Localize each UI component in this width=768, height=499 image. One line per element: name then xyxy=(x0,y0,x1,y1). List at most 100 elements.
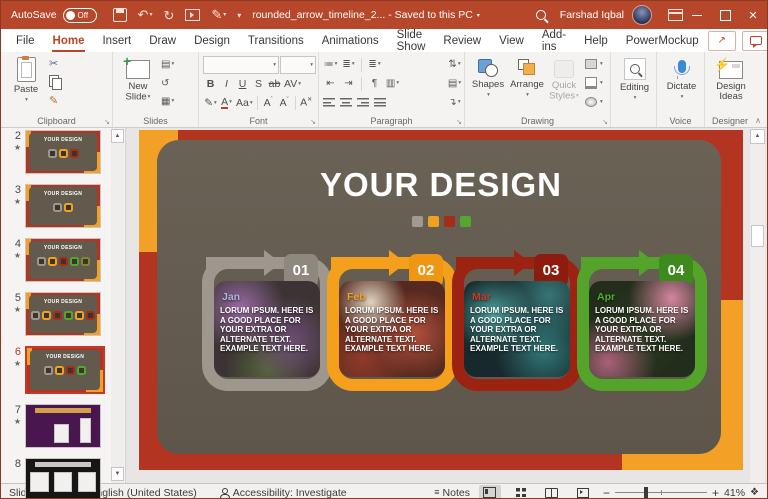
line-spacing-button[interactable]: ⇅▾ xyxy=(447,59,462,70)
slide-sorter-view-button[interactable] xyxy=(510,485,532,498)
bullets-button[interactable]: ≔▾ xyxy=(323,59,338,70)
shape-effects-button[interactable]: ▾ xyxy=(585,97,603,107)
reset-slide-button[interactable]: ↺ xyxy=(161,78,174,89)
editing-button[interactable]: Editing ▾ xyxy=(615,55,654,104)
italic-button[interactable]: I xyxy=(219,78,234,90)
font-size-select[interactable]: ▾ xyxy=(280,55,316,74)
increase-indent-button[interactable]: ⇥ xyxy=(341,78,356,89)
comments-button[interactable] xyxy=(741,30,767,51)
tab-view[interactable]: View xyxy=(490,29,533,52)
animation-star-icon[interactable]: ★ xyxy=(1,197,21,207)
tab-review[interactable]: Review xyxy=(434,29,490,52)
document-title[interactable]: rounded_arrow_timeline_2... - Saved to t… xyxy=(226,9,506,21)
user-name[interactable]: Farshad Iqbal xyxy=(560,9,624,21)
highlight-color-button[interactable]: ✎▾ xyxy=(203,97,218,109)
slide-title[interactable]: YOUR DESIGN xyxy=(139,166,743,204)
vertical-scrollbar[interactable]: ▲ xyxy=(750,128,765,483)
timeline-item-mar[interactable]: 03 Mar LORUM IPSUM. HERE IS A GOOD PLACE F… xyxy=(452,250,582,391)
shape-fill-button[interactable]: ▾ xyxy=(585,59,603,69)
cut-button[interactable]: ✂ xyxy=(49,58,59,70)
tab-slide-show[interactable]: Slide Show xyxy=(388,29,435,53)
slide-canvas[interactable]: YOUR DESIGN 01 Jan LORUM IPSUM. HERE IS A … xyxy=(139,130,743,470)
shadow-button[interactable]: S xyxy=(251,78,266,90)
zoom-level[interactable]: 41% xyxy=(724,487,745,499)
slideshow-view-button[interactable] xyxy=(572,485,594,498)
shrink-font-button[interactable]: Aˇ xyxy=(277,97,292,109)
change-case-button[interactable]: Aa▾ xyxy=(235,97,254,109)
timeline-item-apr[interactable]: 04 Apr LORUM IPSUM. HERE IS A GOOD PLACE F… xyxy=(577,250,707,391)
slide-thumbnail-4[interactable]: YOUR DESIGN xyxy=(25,238,101,282)
bold-button[interactable]: B xyxy=(203,78,218,90)
columns-button[interactable]: ▥▾ xyxy=(385,78,400,89)
zoom-slider-thumb[interactable] xyxy=(644,487,649,498)
dialog-launcher-icon[interactable]: ↘ xyxy=(456,118,462,126)
maximize-button[interactable] xyxy=(711,1,739,29)
font-name-select[interactable]: ▾ xyxy=(203,55,279,74)
close-button[interactable]: ✕ xyxy=(739,1,767,29)
reading-view-button[interactable] xyxy=(541,485,563,498)
slide-thumbnail-2[interactable]: YOUR DESIGN xyxy=(25,130,101,174)
animation-star-icon[interactable]: ★ xyxy=(1,251,21,261)
align-left-button[interactable] xyxy=(323,98,335,107)
thumbnail-scroll-down-icon[interactable]: ▼ xyxy=(111,467,124,481)
save-icon[interactable] xyxy=(112,8,127,22)
new-slide-button[interactable]: NewSlide▾ xyxy=(117,53,159,113)
undo-icon[interactable]: ↶▾ xyxy=(138,8,153,22)
dialog-launcher-icon[interactable]: ↘ xyxy=(602,118,608,126)
zoom-out-button[interactable]: − xyxy=(603,486,610,499)
strikethrough-button[interactable]: ab xyxy=(267,78,282,90)
paste-button[interactable]: Paste ▾ xyxy=(5,55,47,113)
design-ideas-button[interactable]: DesignIdeas xyxy=(709,55,753,102)
zoom-slider[interactable] xyxy=(615,486,707,498)
fit-to-window-icon[interactable]: ❖ xyxy=(750,487,759,498)
slide-thumbnail-3[interactable]: YOUR DESIGN xyxy=(25,184,101,228)
animation-star-icon[interactable]: ★ xyxy=(1,417,21,427)
section-button[interactable]: ▦▾ xyxy=(161,96,174,107)
format-painter-button[interactable]: ✎ xyxy=(49,95,59,107)
character-spacing-button[interactable]: AV▾ xyxy=(283,78,302,90)
dictate-button[interactable]: Dictate ▾ xyxy=(661,55,702,103)
notes-button[interactable]: ≡ Notes xyxy=(434,487,470,499)
tab-help[interactable]: Help xyxy=(575,29,617,52)
normal-view-button[interactable] xyxy=(478,485,501,498)
slide-layout-button[interactable]: ▤▾ xyxy=(161,59,174,70)
clear-formatting-button[interactable]: A✕ xyxy=(299,96,314,109)
tab-home[interactable]: Home xyxy=(44,29,94,52)
text-direction-button[interactable]: ¶ xyxy=(367,78,382,89)
slide-thumbnail-6[interactable]: YOUR DESIGN xyxy=(25,346,105,394)
timeline-item-feb[interactable]: 02 Feb LORUM IPSUM. HERE IS A GOOD PLACE F… xyxy=(327,250,457,391)
arrange-button[interactable]: Arrange ▾ xyxy=(507,55,547,113)
tab-design[interactable]: Design xyxy=(185,29,239,52)
avatar[interactable] xyxy=(632,5,652,25)
dialog-launcher-icon[interactable]: ↘ xyxy=(310,118,316,126)
font-color-button[interactable]: A▾ xyxy=(219,96,234,109)
tab-file[interactable]: File xyxy=(7,29,44,52)
tab-animations[interactable]: Animations xyxy=(313,29,388,52)
list-level-button[interactable]: ≣▾ xyxy=(367,59,382,70)
animation-star-icon[interactable]: ★ xyxy=(1,359,21,369)
share-button[interactable]: ↗ xyxy=(707,30,736,51)
copy-button[interactable] xyxy=(49,75,62,90)
tab-draw[interactable]: Draw xyxy=(140,29,185,52)
numbering-button[interactable]: ≣▾ xyxy=(341,59,356,70)
tab-add-ins[interactable]: Add-ins xyxy=(533,29,575,53)
convert-to-smartart-button[interactable]: ↴▾ xyxy=(447,97,462,108)
scroll-up-icon[interactable]: ▲ xyxy=(750,129,765,144)
timeline-item-jan[interactable]: 01 Jan LORUM IPSUM. HERE IS A GOOD PLACE F… xyxy=(202,250,332,391)
decrease-indent-button[interactable]: ⇤ xyxy=(323,78,338,89)
zoom-in-button[interactable]: + xyxy=(712,486,719,499)
justify-button[interactable] xyxy=(374,98,386,107)
redo-icon[interactable]: ↻ xyxy=(163,9,174,22)
tab-powermockup[interactable]: PowerMockup xyxy=(617,29,708,52)
search-icon[interactable] xyxy=(535,10,546,20)
minimize-button[interactable] xyxy=(683,1,711,29)
scrollbar-thumb[interactable] xyxy=(751,225,764,247)
tab-insert[interactable]: Insert xyxy=(93,29,140,52)
thumbnail-scroll-up-icon[interactable]: ▲ xyxy=(111,129,124,143)
animation-star-icon[interactable]: ★ xyxy=(1,143,21,153)
animation-star-icon[interactable]: ★ xyxy=(1,305,21,315)
underline-button[interactable]: U xyxy=(235,78,250,90)
align-text-button[interactable]: ▤▾ xyxy=(447,78,462,89)
ribbon-display-options-icon[interactable] xyxy=(668,9,683,21)
dialog-launcher-icon[interactable]: ↘ xyxy=(104,118,110,126)
